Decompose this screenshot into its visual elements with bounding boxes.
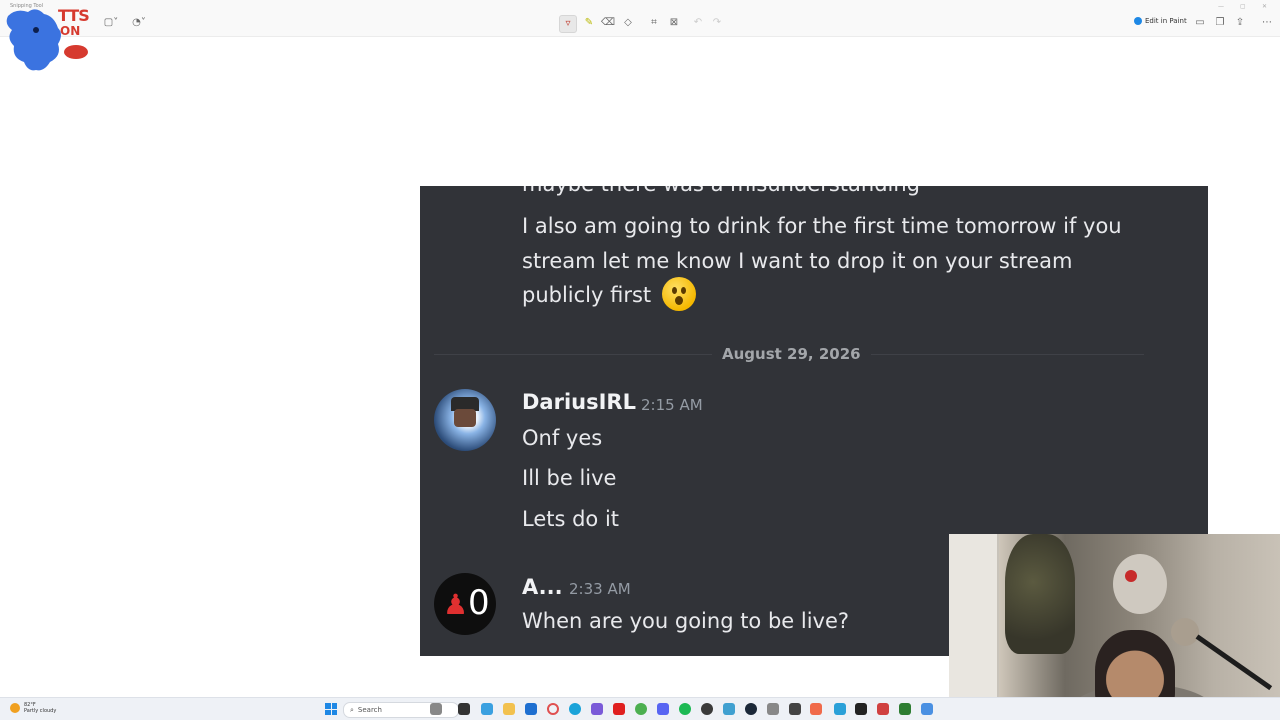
store-icon[interactable]: [525, 703, 537, 715]
settings-icon[interactable]: [767, 703, 779, 715]
message-line: When are you going to be live?: [522, 609, 850, 633]
spotify-icon[interactable]: [679, 703, 691, 715]
eraser-icon[interactable]: ⌫: [600, 15, 616, 31]
snip-mode-icon[interactable]: ▢˅: [103, 15, 119, 31]
date-divider-label: August 29, 2026: [712, 345, 871, 363]
message-timestamp: 2:15 AM: [641, 396, 703, 414]
delay-icon[interactable]: ◔˅: [131, 15, 147, 31]
app-icon[interactable]: [921, 703, 933, 715]
obs-icon[interactable]: [701, 703, 713, 715]
logo-text-tts: TTS: [58, 6, 90, 25]
taskbar: 82°F Partly cloudy ⌕ Search: [0, 697, 1280, 720]
paint-icon: [1134, 17, 1142, 25]
user-icon: ♟: [443, 588, 469, 621]
ruler-icon[interactable]: ◇: [620, 15, 636, 31]
task-view-icon[interactable]: [458, 703, 470, 715]
weather-widget[interactable]: 82°F Partly cloudy: [10, 702, 56, 714]
highlighter-icon[interactable]: ✎: [581, 15, 597, 31]
username-dariusirl[interactable]: DariusIRL: [522, 390, 636, 414]
minimize-icon[interactable]: —: [1218, 3, 1224, 10]
app-icon[interactable]: [723, 703, 735, 715]
weather-desc: Partly cloudy: [24, 708, 57, 714]
save-icon[interactable]: ▭: [1192, 15, 1208, 31]
crop-icon[interactable]: ⌗: [646, 15, 662, 31]
message-line: Lets do it: [522, 507, 620, 531]
app-icon[interactable]: [899, 703, 911, 715]
ballpoint-pen-icon[interactable]: ▿: [559, 15, 577, 33]
hushed-face-emoji-icon: [661, 277, 696, 311]
widget-icon[interactable]: [430, 703, 442, 715]
app-icon[interactable]: [481, 703, 493, 715]
message-line: Ill be live: [522, 466, 617, 490]
edge-icon[interactable]: [569, 703, 581, 715]
partly-cloudy-icon: [10, 703, 20, 713]
message-timestamp: 2:33 AM: [569, 580, 631, 598]
message-line: Onf yes: [522, 426, 603, 450]
message-line: I also am going to drink for the first t…: [522, 214, 1122, 238]
app-icon[interactable]: [789, 703, 801, 715]
text-actions-icon[interactable]: ⊠: [666, 15, 682, 31]
undo-icon[interactable]: ↶: [690, 15, 706, 31]
tts-on-logo: TTS ON: [2, 2, 92, 74]
snipping-toolbar: Snipping Tool ▢˅ ◔˅ ▿ ✎ ⌫ ◇ ⌗ ⊠ ↶ ↷ Edit…: [0, 0, 1280, 37]
logo-text-on: ON: [60, 24, 81, 38]
redo-icon[interactable]: ↷: [709, 15, 725, 31]
message-line-with-emoji: publicly first: [522, 277, 696, 313]
steam-icon[interactable]: [745, 703, 757, 715]
start-icon[interactable]: [325, 703, 337, 715]
maximize-icon[interactable]: ▢: [1240, 3, 1246, 10]
copy-icon[interactable]: ❐: [1212, 15, 1228, 31]
search-placeholder: Search: [357, 706, 382, 714]
edit-in-paint-button[interactable]: Edit in Paint: [1134, 17, 1187, 25]
message-line-text: publicly first: [522, 283, 652, 307]
username-a[interactable]: A...: [522, 575, 563, 599]
file-explorer-icon[interactable]: [503, 703, 515, 715]
app-icon[interactable]: [877, 703, 889, 715]
avatar-a0[interactable]: ♟ 0: [434, 573, 496, 635]
discord-icon[interactable]: [657, 703, 669, 715]
snipping-tool-icon[interactable]: [810, 703, 822, 715]
close-icon[interactable]: ✕: [1262, 3, 1267, 10]
search-icon: ⌕: [350, 705, 354, 714]
app-icon[interactable]: [834, 703, 846, 715]
message-line-cut: maybe there was a misunderstanding: [522, 186, 920, 196]
opera-icon[interactable]: [547, 703, 559, 715]
screen: Snipping Tool ▢˅ ◔˅ ▿ ✎ ⌫ ◇ ⌗ ⊠ ↶ ↷ Edit…: [0, 0, 1280, 720]
youtube-icon[interactable]: [613, 703, 625, 715]
app-icon[interactable]: [855, 703, 867, 715]
webcam-overlay: [949, 534, 1280, 720]
app-icon[interactable]: [591, 703, 603, 715]
chrome-icon[interactable]: [635, 703, 647, 715]
more-icon[interactable]: ⋯: [1259, 15, 1275, 31]
share-icon[interactable]: ⇪: [1232, 15, 1248, 31]
avatar-dariusirl[interactable]: [434, 389, 496, 451]
message-line: stream let me know I want to drop it on …: [522, 249, 1073, 273]
avatar-text: 0: [468, 583, 490, 623]
edit-in-paint-label: Edit in Paint: [1145, 17, 1187, 25]
